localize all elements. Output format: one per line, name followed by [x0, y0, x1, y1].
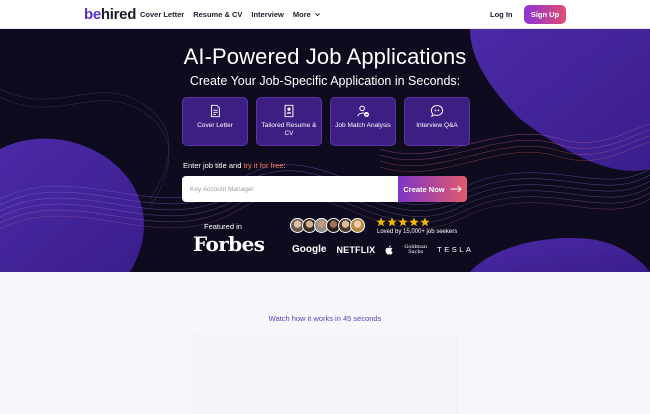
- job-title-input[interactable]: [182, 176, 399, 202]
- video-section: Watch how it works in 45 seconds: [0, 272, 650, 414]
- video-player-placeholder[interactable]: [193, 334, 458, 414]
- card-label: Tailored Resume & CV: [261, 122, 317, 137]
- hero-title: AI-Powered Job Applications: [183, 44, 467, 69]
- card-tailored-resume[interactable]: Tailored Resume & CV: [256, 97, 322, 146]
- star-icon: [398, 217, 408, 227]
- sachs-text: Sachs: [408, 248, 424, 255]
- tesla-logo: TESLA: [437, 245, 474, 254]
- star-icon: [387, 217, 397, 227]
- card-interview-qa[interactable]: Interview Q&A: [404, 97, 470, 146]
- avatar: [350, 218, 365, 233]
- nav-link-more-label: More: [292, 10, 311, 19]
- logo-be: be: [84, 6, 101, 23]
- hero-subtitle: Create Your Job-Specific Application in …: [189, 74, 461, 88]
- loved-by-text: Loved by 15,000+ job seekers: [377, 229, 458, 235]
- quote-bubble-icon: [430, 105, 444, 118]
- hero-section: AI-Powered Job Applications Create Your …: [0, 29, 650, 272]
- create-now-button[interactable]: Create Now: [398, 176, 467, 202]
- google-logo: Google: [292, 244, 327, 255]
- nav-link-interview[interactable]: Interview: [251, 10, 284, 19]
- nav-link-more[interactable]: More: [293, 10, 321, 19]
- featured-in-label: Featured in: [204, 222, 242, 231]
- forbes-logo: Forbes: [193, 232, 265, 256]
- arrow-right-icon: [450, 185, 462, 193]
- logo-hired: hired: [100, 6, 137, 23]
- rating-stars: [376, 217, 430, 227]
- feature-cards: Cover Letter Tailored Resume & CV Job Ma…: [182, 97, 470, 146]
- netflix-logo: NETFLIX: [336, 244, 376, 255]
- card-label: Interview Q&A: [416, 122, 458, 129]
- star-icon: [409, 217, 419, 227]
- star-icon: [420, 217, 430, 227]
- behired-logo[interactable]: behired: [84, 6, 136, 23]
- nav-links: Cover Letter Resume & CV Interview More: [140, 10, 321, 19]
- card-label: Job Match Analysis: [335, 122, 391, 129]
- brand-logos: Google NETFLIX Goldman Sachs TESLA: [292, 244, 473, 255]
- user-check-icon: [357, 105, 369, 117]
- enter-label-colon: :: [283, 161, 286, 170]
- goldman-sachs-logo: Goldman Sachs: [404, 244, 427, 255]
- card-job-match[interactable]: Job Match Analysis: [330, 97, 396, 146]
- create-now-label: Create Now: [403, 184, 445, 194]
- top-nav: behired Cover Letter Resume & CV Intervi…: [0, 0, 650, 29]
- apple-logo-icon: [385, 245, 393, 255]
- enter-job-title-label: Enter job title and try it for free:: [183, 161, 286, 170]
- user-avatars: [290, 218, 365, 233]
- chevron-down-icon: [314, 13, 320, 17]
- document-icon: [211, 104, 220, 118]
- star-icon: [376, 217, 386, 227]
- login-link[interactable]: Log In: [490, 10, 513, 19]
- resume-icon: [284, 104, 294, 118]
- signup-button[interactable]: Sign Up: [524, 5, 566, 24]
- nav-link-cover-letter[interactable]: Cover Letter: [140, 10, 184, 19]
- try-free-text: try it for free: [243, 161, 284, 170]
- card-label: Cover Letter: [197, 122, 233, 129]
- watch-video-link[interactable]: Watch how it works in 45 seconds: [0, 314, 650, 323]
- nav-link-resume-cv[interactable]: Resume & CV: [193, 10, 242, 19]
- enter-label-text: Enter job title and: [183, 161, 244, 170]
- card-cover-letter[interactable]: Cover Letter: [182, 97, 248, 146]
